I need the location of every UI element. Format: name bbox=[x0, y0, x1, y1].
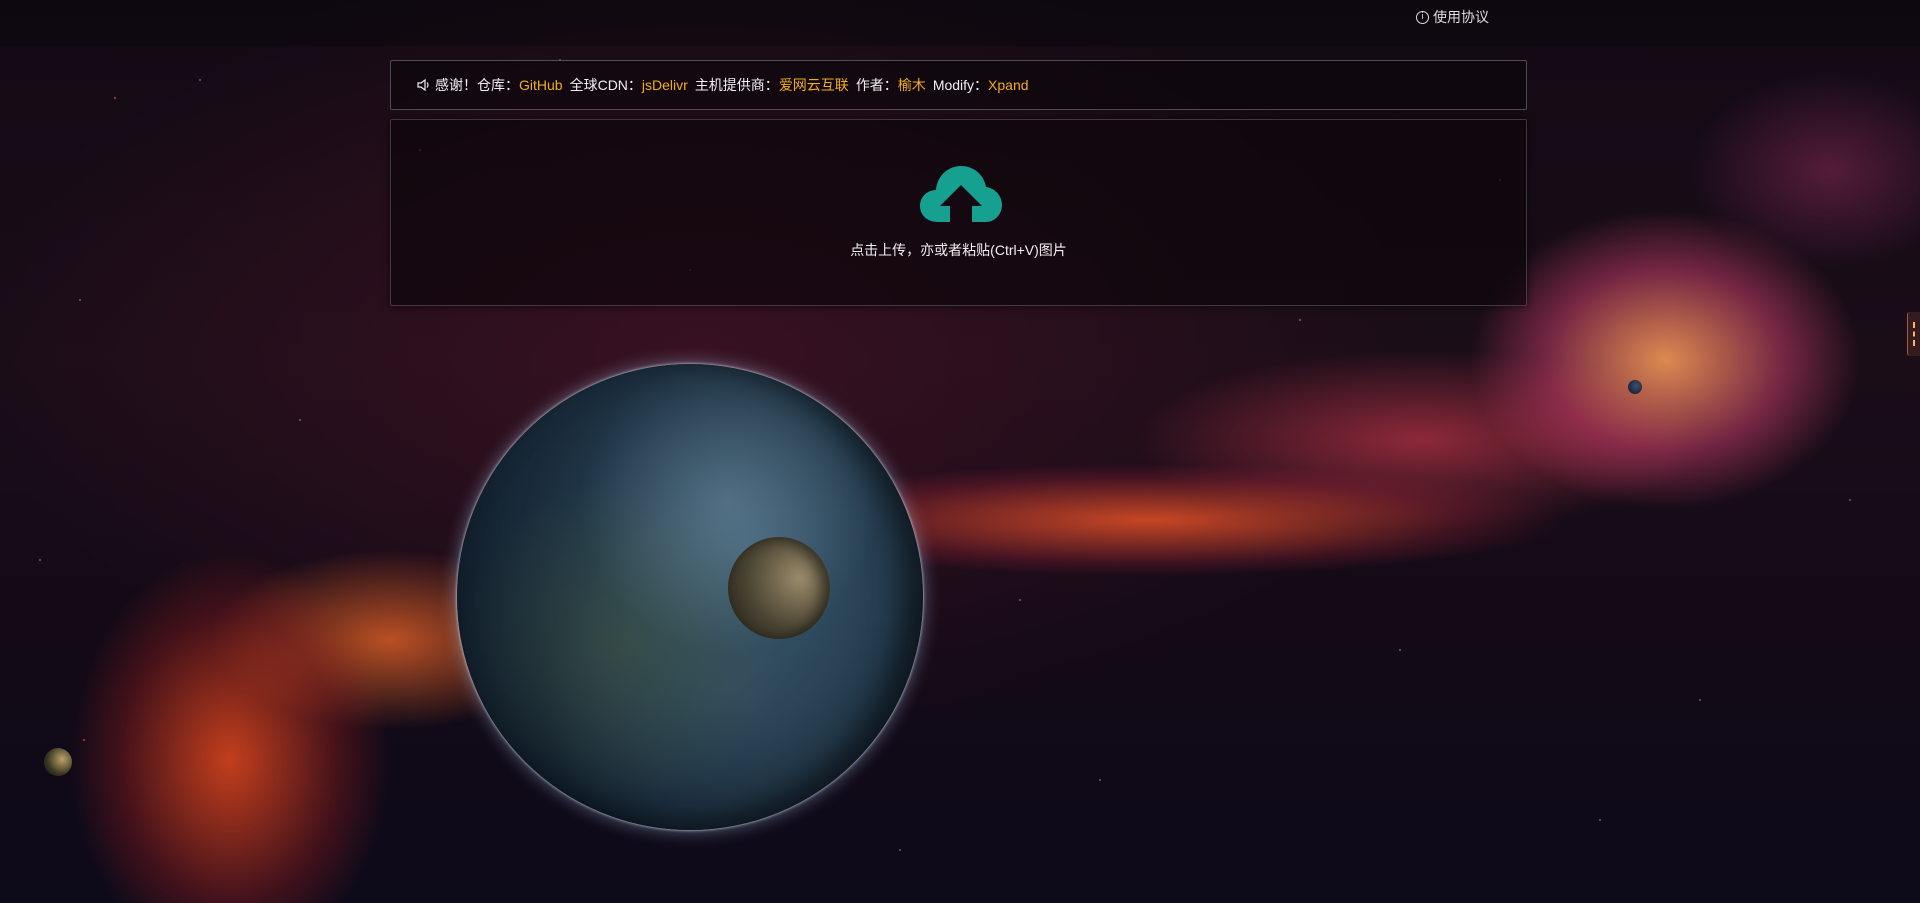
small-planet-image bbox=[44, 748, 72, 776]
upload-dropzone[interactable]: 点击上传，亦或者粘贴(Ctrl+V)图片 bbox=[390, 119, 1527, 306]
modify-label: Modify： bbox=[932, 77, 989, 93]
side-drawer-handle[interactable] bbox=[1907, 312, 1920, 356]
info-icon: i bbox=[1416, 10, 1429, 24]
cloud-upload-icon bbox=[920, 166, 1002, 222]
github-link[interactable]: GitHub bbox=[519, 77, 563, 93]
notice-bar: 感谢！ 仓库： GitHub 全球CDN： jsDelivr 主机提供商： 爱网… bbox=[390, 60, 1527, 110]
small-planet-image bbox=[1628, 380, 1642, 394]
planet-image bbox=[457, 364, 923, 830]
thanks-text: 感谢！ bbox=[435, 77, 477, 93]
modifier-link[interactable]: Xpand bbox=[988, 77, 1028, 93]
speaker-icon bbox=[417, 79, 429, 91]
upload-hint-text: 点击上传，亦或者粘贴(Ctrl+V)图片 bbox=[850, 242, 1067, 258]
author-link[interactable]: 榆木 bbox=[898, 75, 926, 95]
terms-of-use-label: 使用协议 bbox=[1433, 9, 1489, 25]
terms-of-use-link[interactable]: i 使用协议 bbox=[1416, 7, 1489, 27]
cdn-label: 全球CDN： bbox=[569, 77, 642, 93]
host-label: 主机提供商： bbox=[694, 77, 779, 93]
moon-image bbox=[728, 537, 830, 639]
top-bar: i 使用协议 bbox=[0, 0, 1920, 46]
repo-label: 仓库： bbox=[477, 77, 519, 93]
host-provider-link[interactable]: 爱网云互联 bbox=[779, 75, 849, 95]
jsdelivr-link[interactable]: jsDelivr bbox=[642, 77, 688, 93]
author-label: 作者： bbox=[855, 77, 898, 93]
